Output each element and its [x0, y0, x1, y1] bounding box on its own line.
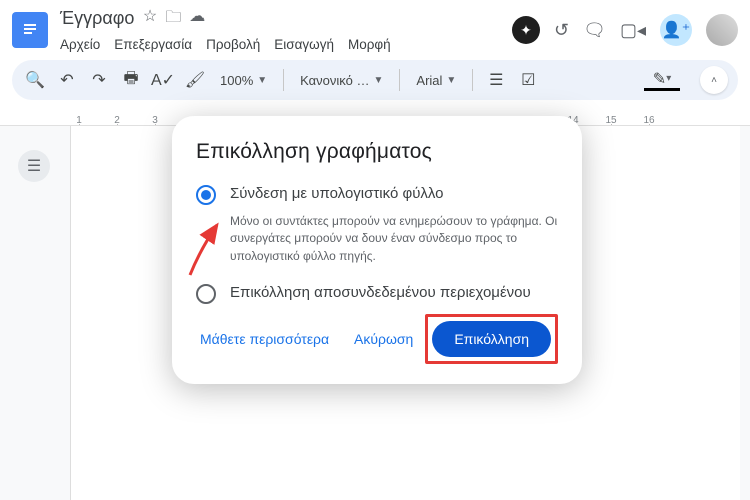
learn-more-link[interactable]: Μάθετε περισσότερα: [196, 323, 333, 355]
paste-chart-dialog: Επικόλληση γραφήματος Σύνδεση με υπολογι…: [172, 116, 582, 384]
dialog-title: Επικόλληση γραφήματος: [196, 140, 558, 164]
cancel-button[interactable]: Ακύρωση: [350, 323, 417, 355]
highlight-annotation: Επικόλληση: [425, 314, 558, 364]
option-link-desc: Μόνο οι συντάκτες μπορούν να ενημερώσουν…: [230, 213, 558, 265]
option-unlinked-label: Επικόλληση αποσυνδεδεμένου περιεχομένου: [230, 283, 531, 303]
option-link-label: Σύνδεση με υπολογιστικό φύλλο: [230, 184, 444, 204]
option-unlinked[interactable]: Επικόλληση αποσυνδεδεμένου περιεχομένου: [196, 283, 558, 304]
radio-selected-icon[interactable]: [196, 185, 216, 205]
option-link-spreadsheet[interactable]: Σύνδεση με υπολογιστικό φύλλο: [196, 184, 558, 205]
radio-unselected-icon[interactable]: [196, 284, 216, 304]
paste-button[interactable]: Επικόλληση: [432, 321, 551, 357]
dialog-actions: Μάθετε περισσότερα Ακύρωση Επικόλληση: [196, 314, 558, 364]
